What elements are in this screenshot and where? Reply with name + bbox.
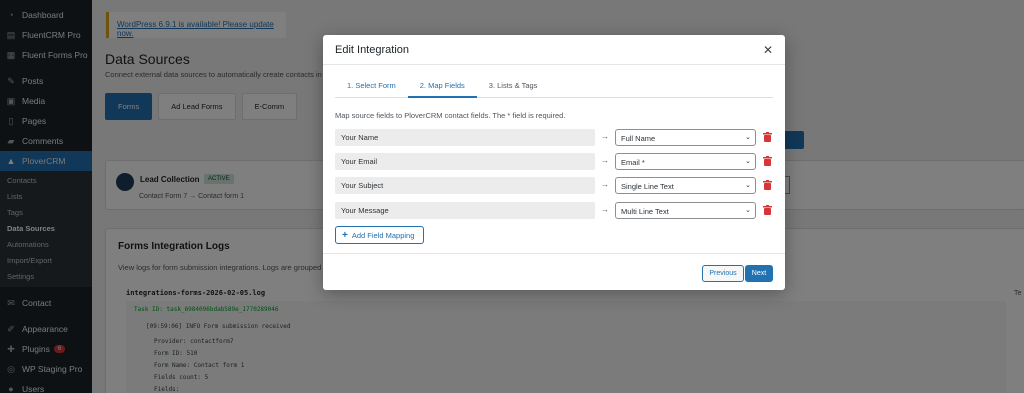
chevron-down-icon: ⌄ (745, 182, 751, 189)
trash-icon[interactable] (763, 132, 772, 142)
chevron-down-icon: ⌄ (745, 158, 751, 165)
tab-map-fields[interactable]: 2. Map Fields (407, 75, 477, 98)
add-field-mapping-button[interactable]: + Add Field Mapping (335, 226, 424, 244)
edit-integration-modal: Edit Integration ✕ 1. Select Form 2. Map… (323, 35, 785, 290)
chevron-down-icon: ⌄ (745, 207, 751, 214)
close-icon[interactable]: ✕ (763, 43, 773, 57)
plus-icon: + (342, 229, 348, 241)
mapping-row: Your Message → Multi Line Text ⌄ (335, 202, 775, 219)
mapping-description: Map source fields to PloverCRM contact f… (335, 111, 566, 120)
source-field: Your Message (335, 202, 595, 219)
arrow-icon: → (601, 205, 609, 214)
trash-icon[interactable] (763, 156, 772, 166)
tab-select-form[interactable]: 1. Select Form (335, 75, 408, 98)
next-button[interactable]: Next (745, 265, 773, 282)
arrow-icon: → (601, 132, 609, 141)
target-field-select[interactable]: Multi Line Text ⌄ (615, 202, 756, 219)
target-field-select[interactable]: Full Name ⌄ (615, 129, 756, 146)
mapping-row: Your Subject → Single Line Text ⌄ (335, 177, 775, 194)
trash-icon[interactable] (763, 180, 772, 190)
modal-steps: 1. Select Form 2. Map Fields 3. Lists & … (335, 75, 773, 98)
tab-lists-tags[interactable]: 3. Lists & Tags (477, 75, 550, 98)
modal-title: Edit Integration (335, 44, 409, 56)
target-field-select[interactable]: Email * ⌄ (615, 153, 756, 170)
previous-button[interactable]: Previous (702, 265, 744, 282)
mapping-row: Your Email → Email * ⌄ (335, 153, 775, 170)
modal-header: Edit Integration ✕ (323, 35, 785, 65)
mapping-row: Your Name → Full Name ⌄ (335, 129, 775, 146)
arrow-icon: → (601, 180, 609, 189)
source-field: Your Subject (335, 177, 595, 194)
arrow-icon: → (601, 156, 609, 165)
modal-footer: Previous Next (323, 253, 785, 290)
target-field-select[interactable]: Single Line Text ⌄ (615, 177, 756, 194)
chevron-down-icon: ⌄ (745, 134, 751, 141)
trash-icon[interactable] (763, 205, 772, 215)
source-field: Your Name (335, 129, 595, 146)
source-field: Your Email (335, 153, 595, 170)
